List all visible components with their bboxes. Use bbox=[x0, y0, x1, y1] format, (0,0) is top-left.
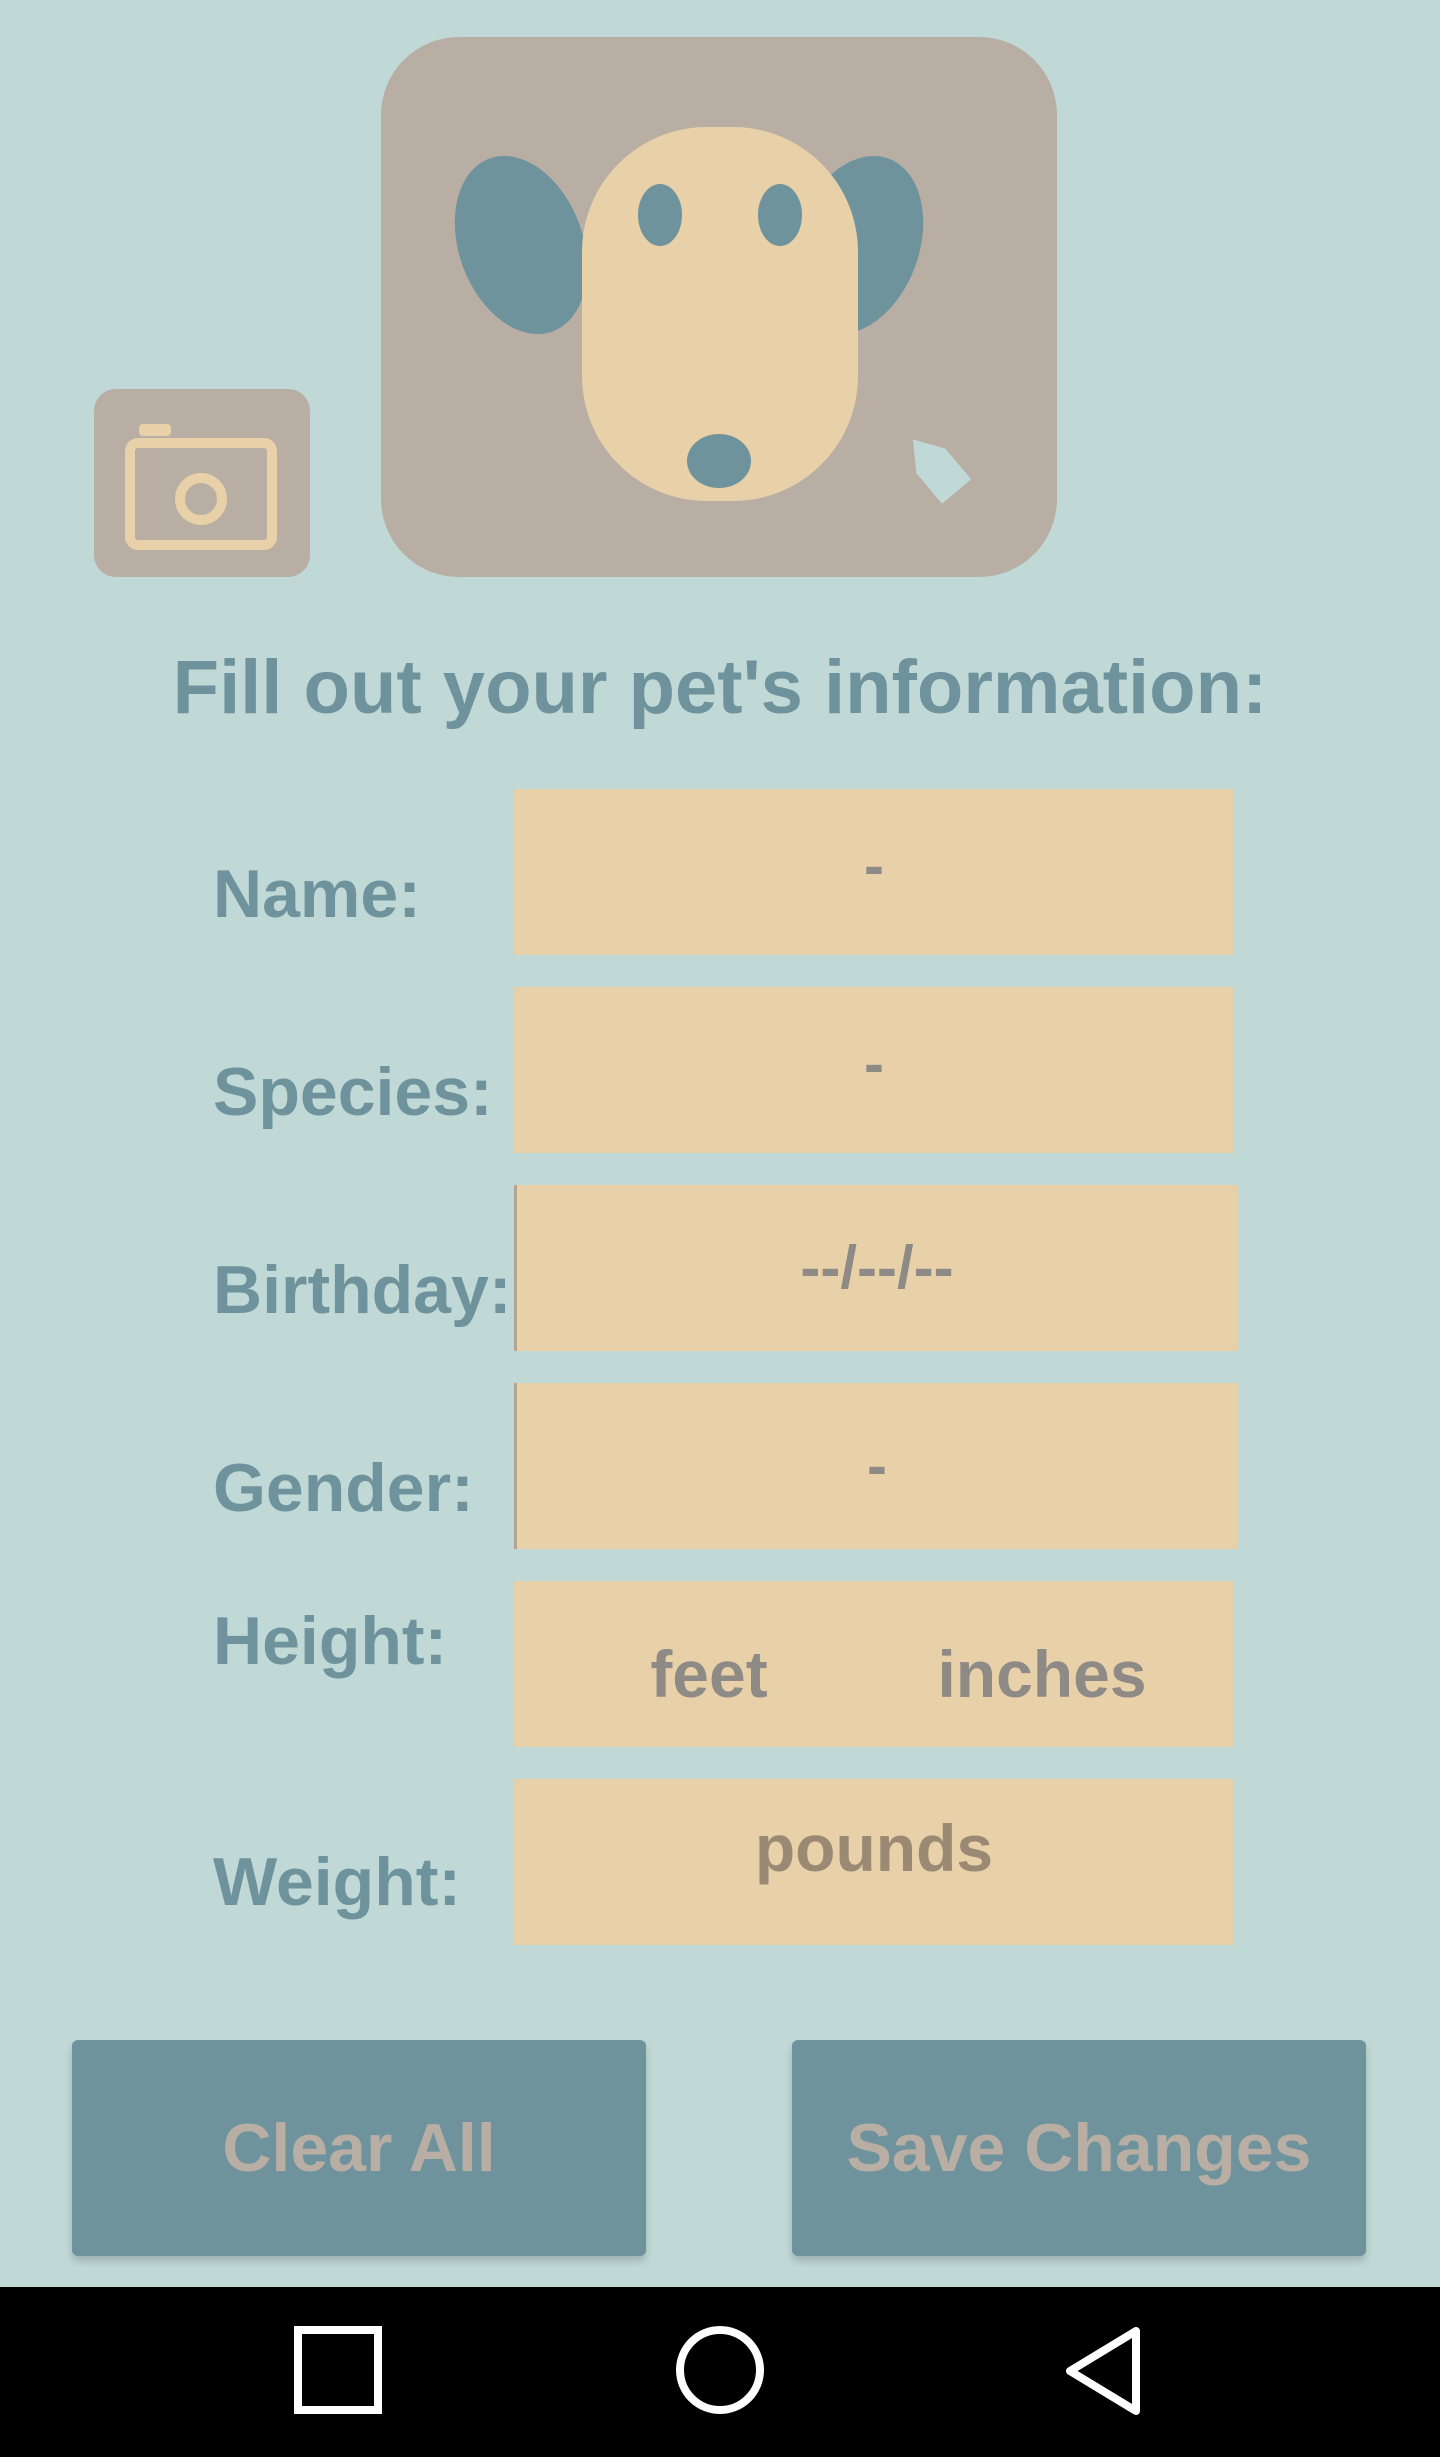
pet-avatar[interactable] bbox=[381, 37, 1057, 577]
camera-button[interactable] bbox=[94, 389, 310, 577]
name-label: Name: bbox=[213, 856, 421, 932]
height-inches-input[interactable]: inches bbox=[914, 1639, 1170, 1709]
square-icon[interactable] bbox=[290, 2287, 390, 2457]
circle-icon[interactable] bbox=[670, 2287, 770, 2457]
species-field[interactable]: - bbox=[514, 987, 1234, 1153]
form-title: Fill out your pet's information: bbox=[172, 645, 1268, 730]
weight-label: Weight: bbox=[213, 1844, 462, 1920]
gender-field[interactable]: - bbox=[514, 1383, 1237, 1549]
system-navigation-bar bbox=[0, 2287, 1440, 2457]
height-feet-input[interactable]: feet bbox=[574, 1639, 844, 1709]
gender-label: Gender: bbox=[213, 1450, 474, 1526]
save-changes-button[interactable]: Save Changes bbox=[792, 2040, 1366, 2256]
name-field[interactable]: - bbox=[514, 789, 1234, 955]
gender-value: - bbox=[867, 1432, 887, 1499]
clear-all-button[interactable]: Clear All bbox=[72, 2040, 646, 2256]
height-label: Height: bbox=[213, 1603, 448, 1679]
birthday-label: Birthday: bbox=[213, 1252, 512, 1328]
species-value: - bbox=[864, 1030, 884, 1097]
dog-face-icon bbox=[454, 127, 924, 501]
species-label: Species: bbox=[213, 1054, 493, 1130]
camera-icon bbox=[125, 424, 277, 550]
birthday-value: --/--/-- bbox=[800, 1234, 954, 1301]
triangle-back-icon[interactable] bbox=[1050, 2287, 1150, 2457]
weight-placeholder: pounds bbox=[754, 1811, 994, 1885]
weight-field[interactable]: pounds bbox=[514, 1779, 1234, 1945]
birthday-field[interactable]: --/--/-- bbox=[514, 1185, 1237, 1351]
height-field: feet inches bbox=[514, 1581, 1234, 1747]
name-value: - bbox=[864, 832, 884, 899]
